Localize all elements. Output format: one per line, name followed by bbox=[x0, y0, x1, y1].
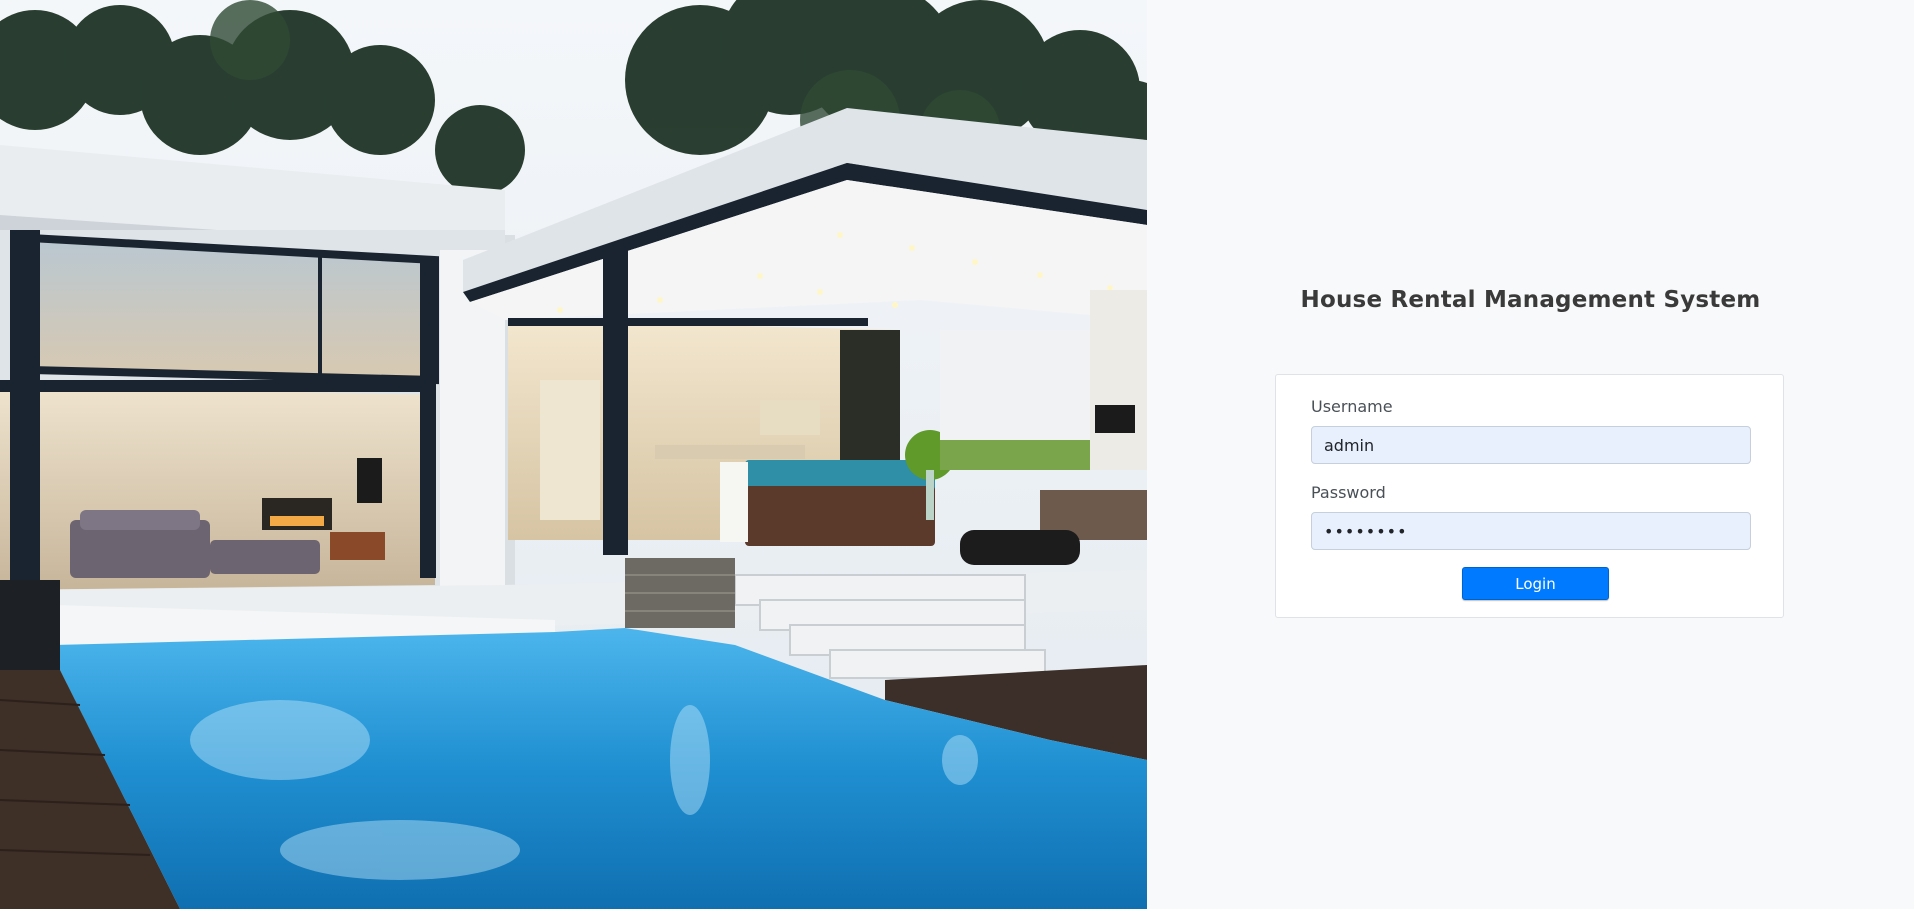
login-panel: House Rental Management System Username … bbox=[1147, 0, 1914, 909]
login-button[interactable]: Login bbox=[1462, 567, 1609, 600]
login-card: Username Password Login bbox=[1275, 374, 1784, 618]
username-input[interactable] bbox=[1311, 426, 1751, 464]
house-with-pool-photo bbox=[0, 0, 1147, 909]
password-label: Password bbox=[1311, 483, 1386, 502]
login-page: House Rental Management System Username … bbox=[0, 0, 1914, 909]
password-input[interactable] bbox=[1311, 512, 1751, 550]
username-label: Username bbox=[1311, 397, 1393, 416]
hero-image bbox=[0, 0, 1147, 909]
page-title: House Rental Management System bbox=[1300, 287, 1761, 313]
